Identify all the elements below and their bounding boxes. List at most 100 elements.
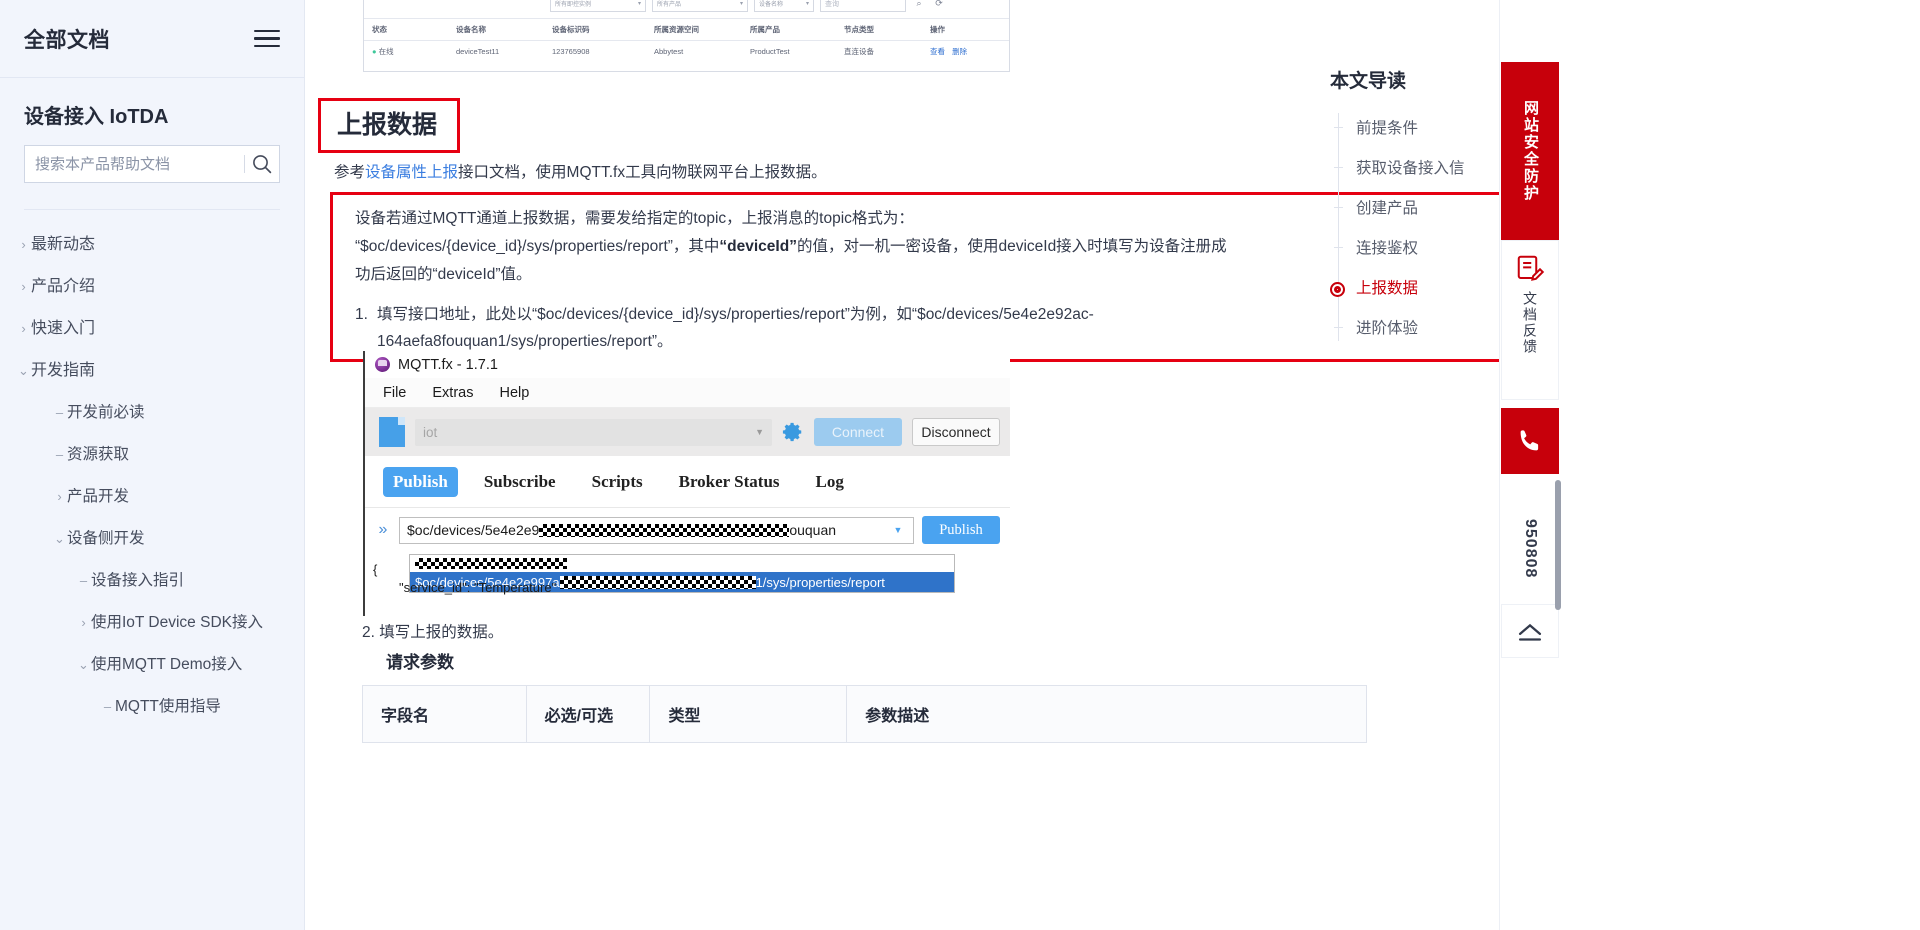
sidebar-item-label: 使用MQTT Demo接入 <box>91 656 243 673</box>
status-badge: ● <box>372 46 379 56</box>
sidebar-item-0[interactable]: › 最新动态 <box>0 224 304 266</box>
back-to-top-button[interactable] <box>1501 604 1559 658</box>
mqttfx-titlebar: MQTT.fx - 1.7.1 <box>365 351 1010 378</box>
tab-log[interactable]: Log <box>806 467 854 497</box>
chevron-up-icon <box>1518 623 1542 641</box>
sidebar-item-10[interactable]: ⌄ 使用MQTT Demo接入 <box>0 644 304 686</box>
doc-feedback-label: 文档反馈 <box>1522 291 1538 355</box>
publish-topic-input[interactable]: $oc/devices/5e4e2e9 ouquan ▼ <box>399 516 914 544</box>
connect-button[interactable]: Connect <box>814 418 902 446</box>
toc-item-0[interactable]: 前提条件 <box>1334 109 1505 149</box>
sidebar-item-label: 最新动态 <box>31 236 96 253</box>
sidebar-item-label: 快速入门 <box>31 320 96 337</box>
sidebar-item-3[interactable]: ⌄ 开发指南 <box>0 350 304 392</box>
gear-icon[interactable] <box>782 421 804 443</box>
edit-document-icon <box>1517 255 1545 281</box>
dash-icon: – <box>55 447 64 462</box>
tab-broker-status[interactable]: Broker Status <box>669 467 790 497</box>
sidebar-item-label: 使用IoT Device SDK接入 <box>91 614 263 631</box>
refresh-icon[interactable]: ⟳ <box>932 0 946 11</box>
payload-editor[interactable]: { "service_id": "Temperature" <box>373 561 556 597</box>
sidebar-item-label: 开发指南 <box>31 362 96 379</box>
step1-text: 填写接口地址，此处以“$oc/devices/{device_id}/sys/p… <box>377 306 1094 323</box>
redaction-mask <box>559 575 756 589</box>
topic-format-line2: “$oc/devices/{device_id}/sys/properties/… <box>355 238 1227 255</box>
hamburger-icon[interactable] <box>254 25 280 52</box>
col-type: 类型 <box>649 685 848 743</box>
console-search-input[interactable]: 查询 <box>820 0 906 12</box>
chevron-right-icon[interactable]: › <box>16 318 31 340</box>
sidebar-item-label: 资源获取 <box>67 446 130 463</box>
page-root: 全部文档 设备接入 IoTDA ›最新动态›产品介绍›快速入门⌄开发指南–开发前… <box>0 0 1920 930</box>
chevron-down-icon[interactable]: ⌄ <box>52 528 67 550</box>
security-banner[interactable]: 网站安全防护 <box>1501 62 1559 240</box>
chevron-down-icon[interactable]: ⌄ <box>16 360 31 382</box>
menu-help[interactable]: Help <box>499 385 529 401</box>
disconnect-button[interactable]: Disconnect <box>912 418 1000 446</box>
sidebar-item-label: 设备接入指引 <box>91 572 185 589</box>
sidebar-item-11[interactable]: – MQTT使用指导 <box>0 686 304 728</box>
sidebar-item-6[interactable]: › 产品开发 <box>0 476 304 518</box>
page-title: 设备接入 IoTDA <box>24 106 169 128</box>
topic-format-line3: 功后返回的“deviceId”值。 <box>355 266 532 283</box>
intro-prefix: 参考 <box>334 164 366 181</box>
sidebar-item-4[interactable]: – 开发前必读 <box>0 392 304 434</box>
chevrons-right-icon[interactable]: » <box>375 521 391 539</box>
view-link[interactable]: 查看 <box>930 47 945 56</box>
tab-publish[interactable]: Publish <box>383 466 458 497</box>
publish-topic-prefix: $oc/devices/5e4e2e9 <box>407 522 540 538</box>
instance-select[interactable]: 所有即控实例 ▾ <box>550 0 646 12</box>
toc-item-3[interactable]: 连接鉴权 <box>1334 229 1505 269</box>
tab-scripts[interactable]: Scripts <box>582 467 653 497</box>
publish-button[interactable]: Publish <box>922 516 1000 544</box>
step2-number: 2. <box>362 624 375 641</box>
chevron-right-icon[interactable]: › <box>76 612 91 634</box>
hotline-button[interactable] <box>1501 408 1559 474</box>
console-table-header: 状态 设备名称 设备标识码 所属资源空间 所属产品 节点类型 操作 <box>364 19 1009 41</box>
delete-link[interactable]: 删除 <box>952 47 967 56</box>
search-input[interactable] <box>25 146 244 182</box>
menu-extras[interactable]: Extras <box>432 385 473 401</box>
chevron-right-icon[interactable]: › <box>16 276 31 298</box>
toc-item-4[interactable]: 上报数据 <box>1330 269 1505 309</box>
product-select[interactable]: 所有产品 ▾ <box>652 0 748 12</box>
sidebar-item-9[interactable]: › 使用IoT Device SDK接入 <box>0 602 304 644</box>
main-content: 所有即控实例 ▾ 所有产品 ▾ 设备名称 ▾ 查询 ⌕ ⟳ 状态 设备名称 设备标识码… <box>306 0 1500 930</box>
hotline-number: 950808 <box>1522 519 1539 579</box>
sidebar-item-8[interactable]: – 设备接入指引 <box>0 560 304 602</box>
intro-paragraph: 参考设备属性上报接口文档，使用MQTT.fx工具向物联网平台上报数据。 <box>334 160 827 186</box>
doc-feedback-button[interactable]: 文档反馈 <box>1501 240 1559 400</box>
col-description: 参数描述 <box>846 685 1367 743</box>
menu-file[interactable]: File <box>383 385 406 401</box>
toc-item-2[interactable]: 创建产品 <box>1334 189 1505 229</box>
product-block: 设备接入 IoTDA <box>0 78 304 210</box>
all-docs-link[interactable]: 全部文档 <box>24 24 110 54</box>
tab-subscribe[interactable]: Subscribe <box>474 467 566 497</box>
search-icon[interactable]: ⌕ <box>912 0 926 11</box>
sidebar-item-7[interactable]: ⌄ 设备侧开发 <box>0 518 304 560</box>
dash-icon: – <box>103 699 112 714</box>
dash-icon: – <box>55 405 64 420</box>
sidebar-item-1[interactable]: › 产品介绍 <box>0 266 304 308</box>
step-list: 1. 填写接口地址，此处以“$oc/devices/{device_id}/sys… <box>355 301 1500 355</box>
toc-item-1[interactable]: 获取设备接入信 <box>1334 149 1505 189</box>
topic-format-highlight-box: 设备若通过MQTT通道上报数据，需要发给指定的topic，上报消息的topic格… <box>330 192 1500 362</box>
sidebar-item-label: 产品介绍 <box>31 278 96 295</box>
chevron-right-icon[interactable]: › <box>16 234 31 256</box>
broker-profile-select[interactable]: iot ▼ <box>415 418 772 446</box>
chevron-down-icon[interactable]: ⌄ <box>76 654 91 676</box>
mqttfx-logo-icon <box>375 357 390 372</box>
chevron-right-icon[interactable]: › <box>52 486 67 508</box>
sidebar-item-2[interactable]: › 快速入门 <box>0 308 304 350</box>
page-scrollbar-thumb[interactable] <box>1555 480 1561 610</box>
device-property-report-link[interactable]: 设备属性上报 <box>365 164 458 181</box>
sidebar-item-5[interactable]: – 资源获取 <box>0 434 304 476</box>
mqttfx-window-title: MQTT.fx - 1.7.1 <box>398 356 498 373</box>
mqttfx-connection-bar: iot ▼ Connect Disconnect <box>365 408 1010 456</box>
field-select[interactable]: 设备名称 ▾ <box>754 0 814 12</box>
sidebar-item-label: MQTT使用指导 <box>115 698 221 715</box>
search-icon[interactable] <box>245 146 279 182</box>
toc-item-5[interactable]: 进阶体验 <box>1334 309 1505 349</box>
chevron-down-icon[interactable]: ▼ <box>887 517 909 543</box>
toc-rail-line <box>1338 113 1339 341</box>
